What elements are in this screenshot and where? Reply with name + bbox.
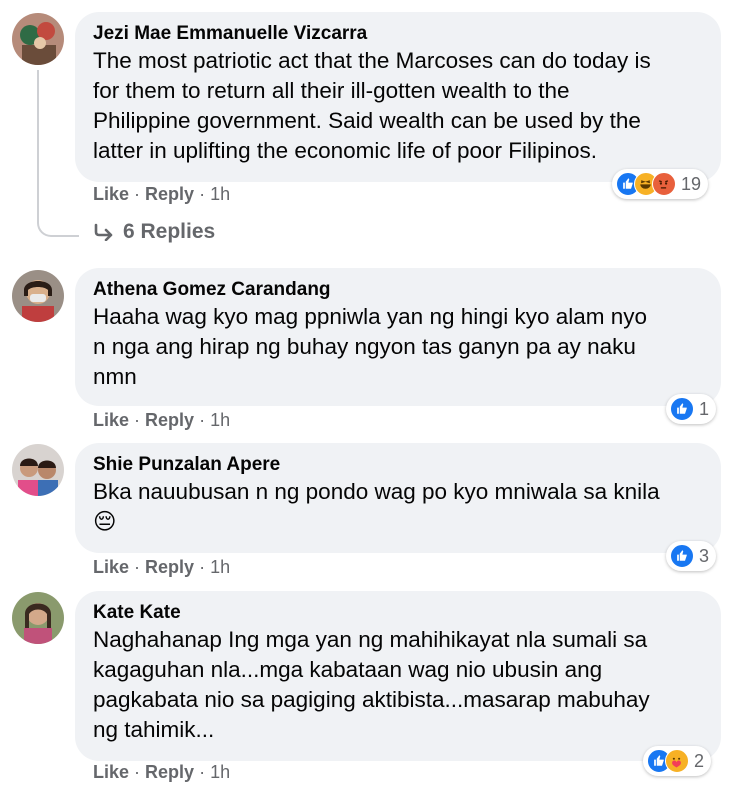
comment-bubble: Jezi Mae Emmanuelle Vizcarra The most pa… xyxy=(75,12,721,182)
like-button[interactable]: Like xyxy=(93,184,129,204)
comment-timestamp[interactable]: 1h xyxy=(210,410,230,430)
reply-button[interactable]: Reply xyxy=(145,410,194,430)
comment-text-line: The most patriotic act that the Marcoses… xyxy=(93,48,651,73)
comment-author[interactable]: Shie Punzalan Apere xyxy=(93,453,703,477)
reaction-summary[interactable]: 19 xyxy=(612,169,709,199)
comment-text-line: ng tahimik... xyxy=(93,717,215,742)
reply-button[interactable]: Reply xyxy=(145,557,194,577)
care-icon xyxy=(665,749,689,773)
comment-timestamp[interactable]: 1h xyxy=(210,557,230,577)
view-replies-label: 6 Replies xyxy=(123,220,216,243)
comment-author[interactable]: Athena Gomez Carandang xyxy=(93,278,703,302)
comment-text-line: kagaguhan nla...mga kabataan wag nio ubu… xyxy=(93,657,603,682)
reply-button[interactable]: Reply xyxy=(145,762,194,782)
like-icon xyxy=(670,397,694,421)
comment-timestamp[interactable]: 1h xyxy=(210,184,230,204)
comment-timestamp[interactable]: 1h xyxy=(210,762,230,782)
like-button[interactable]: Like xyxy=(93,410,129,430)
avatar[interactable] xyxy=(12,13,64,65)
reply-button[interactable]: Reply xyxy=(145,184,194,204)
like-icon xyxy=(670,544,694,568)
comment-text-line: nmn xyxy=(93,364,137,389)
comment-text-line: for them to return all their ill-gotten … xyxy=(93,78,570,103)
comment-bubble: Shie Punzalan Apere Bka nauubusan n ng p… xyxy=(75,443,721,553)
comment-emoji: 😔 xyxy=(93,509,117,534)
reaction-summary[interactable]: 3 xyxy=(666,541,717,571)
comment-actions: Like · Reply · 1h xyxy=(93,410,231,430)
comment-text-line: Philippine government. Said wealth can b… xyxy=(93,108,641,133)
reaction-count: 2 xyxy=(694,750,705,771)
comment-text-line: latter in uplifting the economic life of… xyxy=(93,138,598,163)
comment-text-line: Bka nauubusan n ng pondo wag po kyo mniw… xyxy=(93,479,660,504)
comment-text-line: Naghahanap Ing mga yan ng mahihikayat nl… xyxy=(93,627,648,652)
reaction-count: 19 xyxy=(681,173,702,194)
reaction-summary[interactable]: 2 xyxy=(643,746,712,776)
comment-actions: Like · Reply · 1h xyxy=(93,184,231,204)
reaction-count: 3 xyxy=(699,545,710,566)
avatar[interactable] xyxy=(12,270,64,322)
comment-text-line: pagkabata nio sa pagiging aktibista...ma… xyxy=(93,687,650,712)
like-button[interactable]: Like xyxy=(93,557,129,577)
avatar[interactable] xyxy=(12,444,64,496)
comment-text-line: n nga ang hirap ng buhay ngyon tas ganyn… xyxy=(93,334,636,359)
reaction-count: 1 xyxy=(699,398,710,419)
comment-author[interactable]: Jezi Mae Emmanuelle Vizcarra xyxy=(93,22,703,46)
like-button[interactable]: Like xyxy=(93,762,129,782)
comment-actions: Like · Reply · 1h xyxy=(93,762,231,782)
comment-text-line: Haaha wag kyo mag ppniwla yan ng hingi k… xyxy=(93,304,648,329)
avatar[interactable] xyxy=(12,592,64,644)
thread-connector-line xyxy=(37,70,79,237)
comment-author[interactable]: Kate Kate xyxy=(93,601,703,625)
comment-bubble: Kate Kate Naghahanap Ing mga yan ng mahi… xyxy=(75,591,721,761)
view-replies-link[interactable]: 6 Replies xyxy=(93,220,215,244)
reply-arrow-icon xyxy=(94,223,113,242)
reaction-summary[interactable]: 1 xyxy=(666,394,717,424)
angry-icon xyxy=(652,172,676,196)
comment-actions: Like · Reply · 1h xyxy=(93,557,231,577)
comment-bubble: Athena Gomez Carandang Haaha wag kyo mag… xyxy=(75,268,721,406)
